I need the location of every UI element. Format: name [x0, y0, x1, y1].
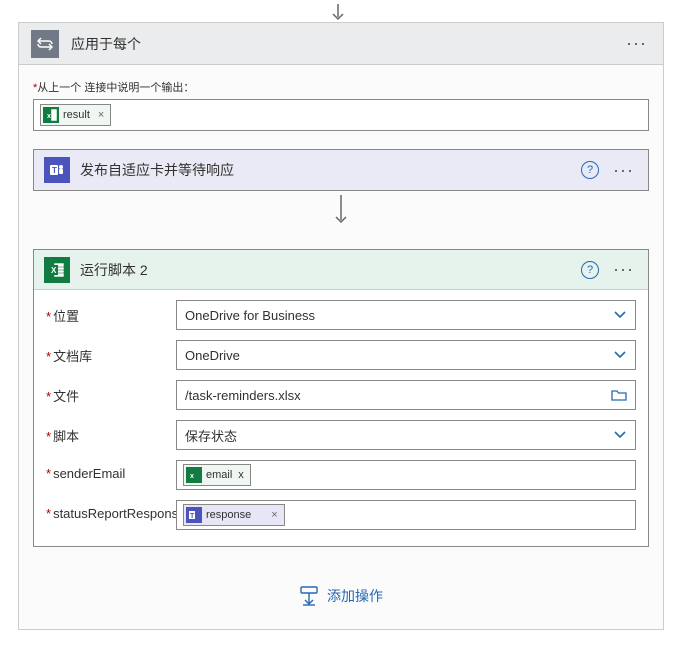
teams-step: T 发布自适应卡并等待响应 ? ··· — [33, 149, 649, 191]
location-label: *位置 — [46, 300, 176, 325]
chevron-down-icon — [613, 310, 627, 320]
teams-help-icon[interactable]: ? — [581, 161, 599, 179]
excel-step-header[interactable]: X 运行脚本 2 ? ··· — [34, 250, 648, 290]
token-response[interactable]: T response × — [183, 504, 285, 526]
sender-label: *senderEmail — [46, 460, 176, 481]
add-action-icon — [299, 585, 319, 607]
token-response-label: response — [206, 509, 251, 521]
file-label: *文件 — [46, 380, 176, 405]
excel-step-title: 运行脚本 2 — [80, 260, 581, 280]
flow-arrow-mid — [33, 191, 649, 235]
status-label: *statusReportResponse — [46, 500, 176, 521]
location-select[interactable]: OneDrive for Business — [176, 300, 636, 330]
script-select[interactable]: 保存状态 — [176, 420, 636, 450]
token-result-label: result — [63, 109, 90, 121]
chevron-down-icon — [613, 430, 627, 440]
svg-text:T: T — [190, 513, 195, 520]
output-selector-field[interactable]: x result × — [33, 99, 649, 131]
add-action-button[interactable]: 添加操作 — [33, 585, 649, 607]
flow-arrow-top — [329, 4, 347, 24]
svg-text:x: x — [47, 113, 51, 120]
teams-step-title: 发布自适应卡并等待响应 — [80, 160, 581, 180]
library-label: *文档库 — [46, 340, 176, 365]
token-email-x: x — [238, 469, 244, 481]
script-label: *脚本 — [46, 420, 176, 445]
foreach-title: 应用于每个 — [71, 34, 622, 54]
foreach-menu[interactable]: ··· — [622, 33, 651, 54]
excel-icon: x — [186, 467, 202, 483]
teams-step-header[interactable]: T 发布自适应卡并等待响应 ? ··· — [34, 150, 648, 190]
teams-menu[interactable]: ··· — [609, 160, 638, 181]
status-field[interactable]: T response × — [176, 500, 636, 530]
excel-help-icon[interactable]: ? — [581, 261, 599, 279]
add-action-label: 添加操作 — [327, 586, 383, 606]
svg-text:X: X — [51, 266, 57, 275]
loop-icon — [31, 30, 59, 58]
chevron-down-icon — [613, 350, 627, 360]
token-email[interactable]: x email x — [183, 464, 251, 486]
folder-icon — [611, 389, 627, 401]
token-result-remove[interactable]: × — [98, 109, 104, 121]
sender-field[interactable]: x email x — [176, 460, 636, 490]
excel-icon: X — [44, 257, 70, 283]
excel-step: X 运行脚本 2 ? ··· *位置 OneDrive for Business… — [33, 249, 649, 547]
library-select[interactable]: OneDrive — [176, 340, 636, 370]
foreach-header[interactable]: 应用于每个 ··· — [19, 23, 663, 65]
teams-icon: T — [186, 507, 202, 523]
teams-icon: T — [44, 157, 70, 183]
token-response-remove[interactable]: × — [271, 509, 277, 521]
file-picker[interactable]: /task-reminders.xlsx — [176, 380, 636, 410]
output-selector-label: *从上一个 连接中说明一个输出： — [33, 79, 649, 95]
foreach-container: 应用于每个 ··· *从上一个 连接中说明一个输出： x result × T … — [18, 22, 664, 630]
token-result[interactable]: x result × — [40, 104, 111, 126]
svg-text:x: x — [190, 473, 194, 480]
token-email-label: email — [206, 469, 232, 481]
excel-menu[interactable]: ··· — [609, 259, 638, 280]
svg-text:T: T — [52, 166, 57, 175]
excel-icon: x — [43, 107, 59, 123]
